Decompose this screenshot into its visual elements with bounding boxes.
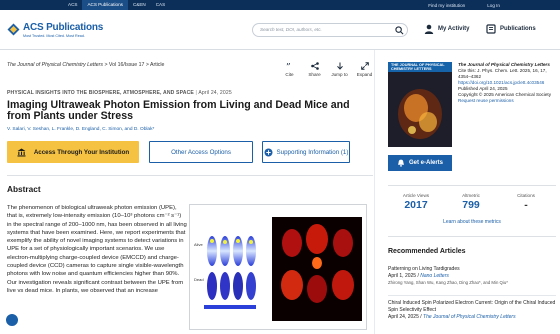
citation-metadata: The Journal of Physical Chemistry Letter… [458, 62, 556, 104]
recommended-journal: Nano Letters [420, 272, 449, 279]
svg-text:”: ” [286, 63, 291, 70]
breadcrumb: The Journal of Physical Chemistry Letter… [7, 62, 164, 68]
recommended-title[interactable]: Chiral Induced Spin Polarized Electron C… [388, 300, 556, 314]
recommended-authors: Zhirong Yang, Shan Wu, Kang Zhao, Ding Z… [388, 279, 508, 285]
site-header: ACS Publications Most Trusted. Most Cite… [0, 10, 560, 50]
metric-value: 2017 [404, 199, 428, 211]
metric-value: - [524, 199, 528, 211]
abstract-text: The phenomenon of biological ultraweak p… [7, 205, 187, 294]
recommended-article[interactable]: Patterning on Living Tardigrades April 1… [388, 266, 556, 286]
metric-article-views: Article Views 2017 [391, 193, 441, 211]
breadcrumb-journal[interactable]: The Journal of Physical Chemistry Letter… [7, 62, 103, 68]
column-divider [374, 50, 375, 334]
supporting-info-label: Supporting Information (1) [276, 148, 349, 156]
my-activity-button[interactable]: My Activity [424, 24, 469, 34]
abstract-graphic: Alive Dead [194, 217, 362, 321]
leaf-images [272, 217, 362, 321]
metric-label: Citations [517, 193, 535, 198]
divider [388, 185, 556, 186]
quote-icon: ” [286, 63, 291, 70]
other-access-label: Other Access Options [171, 148, 231, 156]
acs-publications-logo[interactable]: ACS Publications Most Trusted. Most Cite… [7, 23, 103, 38]
abstract-figure[interactable]: Alive Dead [189, 204, 367, 330]
acs-logo-icon [7, 23, 20, 36]
arrow-down-icon [336, 62, 343, 70]
recommended-title[interactable]: Patterning on Living Tardigrades [388, 266, 556, 273]
share-label: Share [308, 72, 321, 77]
metric-altmetric: Altmetric 799 [446, 193, 496, 211]
cite-this: Cite this: J. Phys. Chem. Lett. 2025, 16… [458, 67, 547, 79]
supporting-info-button[interactable]: Supporting Information (1) [262, 141, 350, 163]
bell-icon [397, 159, 404, 167]
expand-button[interactable]: Expand [355, 62, 374, 77]
other-access-button[interactable]: Other Access Options [149, 141, 253, 163]
share-icon [310, 62, 319, 70]
book-icon [486, 24, 496, 34]
article-tools: ” Cite Share Jump to Expand [280, 62, 374, 77]
learn-metrics-link[interactable]: Learn about these metrics [388, 219, 556, 225]
recommended-date: April 1, 2025 / [388, 272, 421, 279]
metric-label: Article Views [402, 193, 430, 198]
logo-tagline: Most Trusted. Most Cited. Most Read. [23, 34, 85, 38]
section-name[interactable]: PHYSICAL INSIGHTS INTO THE BIOSPHERE, AT… [7, 90, 194, 96]
top-utility-bar: ACS ACS Publications C&EN CAS Find my in… [0, 0, 560, 10]
topbar-link-acs-publications[interactable]: ACS Publications [82, 0, 128, 10]
publications-label: Publications [500, 26, 536, 32]
publications-button[interactable]: Publications [486, 24, 536, 34]
plus-circle-icon [264, 148, 273, 156]
institution-icon [17, 148, 26, 156]
expand-label: Expand [356, 72, 373, 77]
e-alerts-label: Get e-Alerts [408, 160, 443, 166]
jump-to-button[interactable]: Jump to [330, 62, 349, 77]
divider [7, 175, 373, 176]
reuse-permissions-link[interactable]: Request reuse permissions [458, 98, 556, 104]
access-institution-label: Access Through Your Institution [33, 148, 130, 156]
search-icon[interactable] [395, 26, 404, 35]
expand-icon [360, 62, 369, 70]
help-chat-button[interactable] [5, 313, 19, 327]
jump-to-label: Jump to [331, 72, 348, 77]
e-alerts-button[interactable]: Get e-Alerts [388, 155, 452, 171]
search-placeholder: Search text, DOI, authors, etc. [260, 27, 322, 32]
divider [388, 236, 556, 237]
figure-label-dead: Dead [194, 277, 204, 282]
breadcrumb-rest[interactable]: > Vol 16/Issue 17 > Article [103, 62, 164, 68]
section-label: PHYSICAL INSIGHTS INTO THE BIOSPHERE, AT… [7, 90, 232, 96]
abstract-heading: Abstract [7, 184, 41, 194]
recommended-journal: The Journal of Physical Chemistry Letter… [423, 313, 516, 320]
user-icon [424, 24, 434, 34]
share-button[interactable]: Share [305, 62, 324, 77]
topbar-link-cas[interactable]: CAS [151, 0, 170, 10]
find-institution-link[interactable]: Find my institution [428, 3, 465, 8]
recommended-heading: Recommended Articles [388, 248, 466, 255]
logo-name: ACS Publications [23, 22, 104, 33]
search-input[interactable]: Search text, DOI, authors, etc. [252, 23, 408, 37]
figure-label-alive: Alive [194, 242, 203, 247]
doi-link[interactable]: https://doi.org/10.1021/acs.jpclett.4c03… [458, 80, 556, 86]
article-title: Imaging Ultraweak Photon Emission from L… [7, 99, 350, 123]
cover-art [398, 89, 442, 139]
login-link[interactable]: Log In [487, 3, 500, 8]
metric-label: Altmetric [462, 193, 480, 198]
my-activity-label: My Activity [438, 26, 470, 32]
divider [388, 295, 556, 296]
cite-label: Cite [285, 72, 294, 77]
cite-button[interactable]: ” Cite [280, 62, 299, 77]
topbar-link-cen[interactable]: C&EN [128, 0, 151, 10]
author-list[interactable]: V. Salari, V. Seshan, L. Frankle, D. Eng… [7, 127, 154, 132]
copyright: Copyright © 2025 American Chemical Socie… [458, 91, 552, 97]
metric-citations: Citations - [501, 193, 551, 211]
topbar-link-acs[interactable]: ACS [63, 0, 82, 10]
metric-value: 799 [462, 199, 480, 211]
mouse-images [204, 231, 264, 309]
section-date: April 24, 2025 [198, 90, 232, 96]
access-institution-button[interactable]: Access Through Your Institution [7, 141, 139, 163]
recommended-article[interactable]: Chiral Induced Spin Polarized Electron C… [388, 300, 556, 320]
journal-cover[interactable]: THE JOURNAL OF PHYSICAL CHEMISTRY LETTER… [388, 62, 452, 147]
recommended-date: April 24, 2025 / [388, 313, 424, 320]
